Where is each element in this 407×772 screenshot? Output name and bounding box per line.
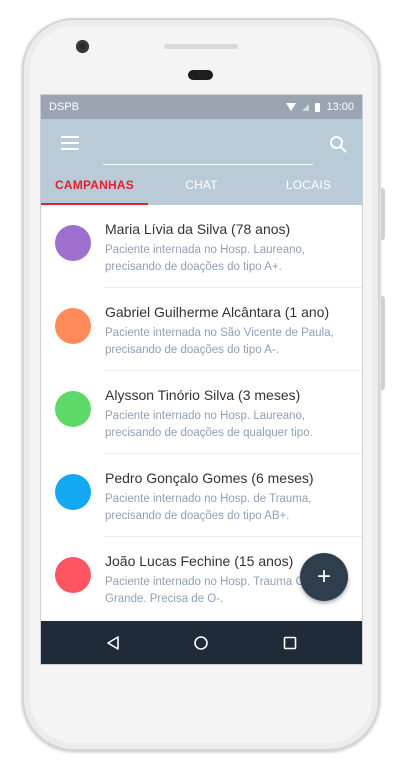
tab-bar: CAMPANHAS CHAT LOCAIS [41,165,362,205]
clock: 13:00 [326,101,354,113]
add-campaign-button[interactable]: + [300,553,348,601]
tab-campanhas[interactable]: CAMPANHAS [41,165,148,205]
signal-icon [302,103,310,111]
search-icon[interactable] [329,135,347,153]
tab-chat[interactable]: CHAT [148,165,255,205]
list-item[interactable]: Pedro Gonçalo Gomes (6 meses) Paciente i… [41,454,362,537]
power-button [381,296,385,390]
list-item[interactable]: Gabriel Guilherme Alcântara (1 ano) Paci… [41,288,362,371]
list-item[interactable]: Maria Lívia da Silva (78 anos) Paciente … [41,205,362,288]
system-nav-bar [41,621,362,664]
patient-name: Gabriel Guilherme Alcântara (1 ano) [105,304,330,320]
status-icons: 13:00 [286,101,354,113]
tab-locais[interactable]: LOCAIS [255,165,362,205]
list-item[interactable]: Alysson Tinório Silva (3 meses) Paciente… [41,371,362,454]
app-screen: DSPB 13:00 CAMPANHAS CHAT LOCAIS Maria L… [40,94,363,665]
campaign-description: Paciente internado no Hosp. de Trauma, p… [105,493,312,522]
avatar [55,225,91,261]
front-camera [76,40,89,53]
status-bar: DSPB 13:00 [41,95,362,119]
search-input[interactable] [103,146,313,165]
avatar [55,474,91,510]
patient-name: João Lucas Fechine (15 anos) [105,553,294,569]
avatar [55,391,91,427]
avatar [55,557,91,593]
proximity-sensor [188,70,213,80]
earpiece-speaker [164,44,238,49]
campaign-description: Paciente internado no Hosp. Laureano, pr… [105,410,313,439]
plus-icon: + [316,563,331,590]
back-icon[interactable] [103,633,123,653]
avatar [55,308,91,344]
recents-icon[interactable] [280,633,300,653]
menu-icon[interactable] [61,136,79,150]
patient-name: Pedro Gonçalo Gomes (6 meses) [105,470,314,486]
campaign-description: Paciente internada no Hosp. Laureano, pr… [105,244,306,273]
patient-name: Maria Lívia da Silva (78 anos) [105,221,291,237]
stage: DSPB 13:00 CAMPANHAS CHAT LOCAIS Maria L… [0,0,407,772]
battery-icon [315,102,321,112]
home-icon[interactable] [191,633,211,653]
patient-name: Alysson Tinório Silva (3 meses) [105,387,301,403]
carrier-name: DSPB [49,101,79,113]
campaign-description: Paciente internada no São Vicente de Pau… [105,327,334,356]
volume-button [381,188,385,240]
wifi-icon [286,103,297,111]
app-bar: CAMPANHAS CHAT LOCAIS [41,119,362,205]
